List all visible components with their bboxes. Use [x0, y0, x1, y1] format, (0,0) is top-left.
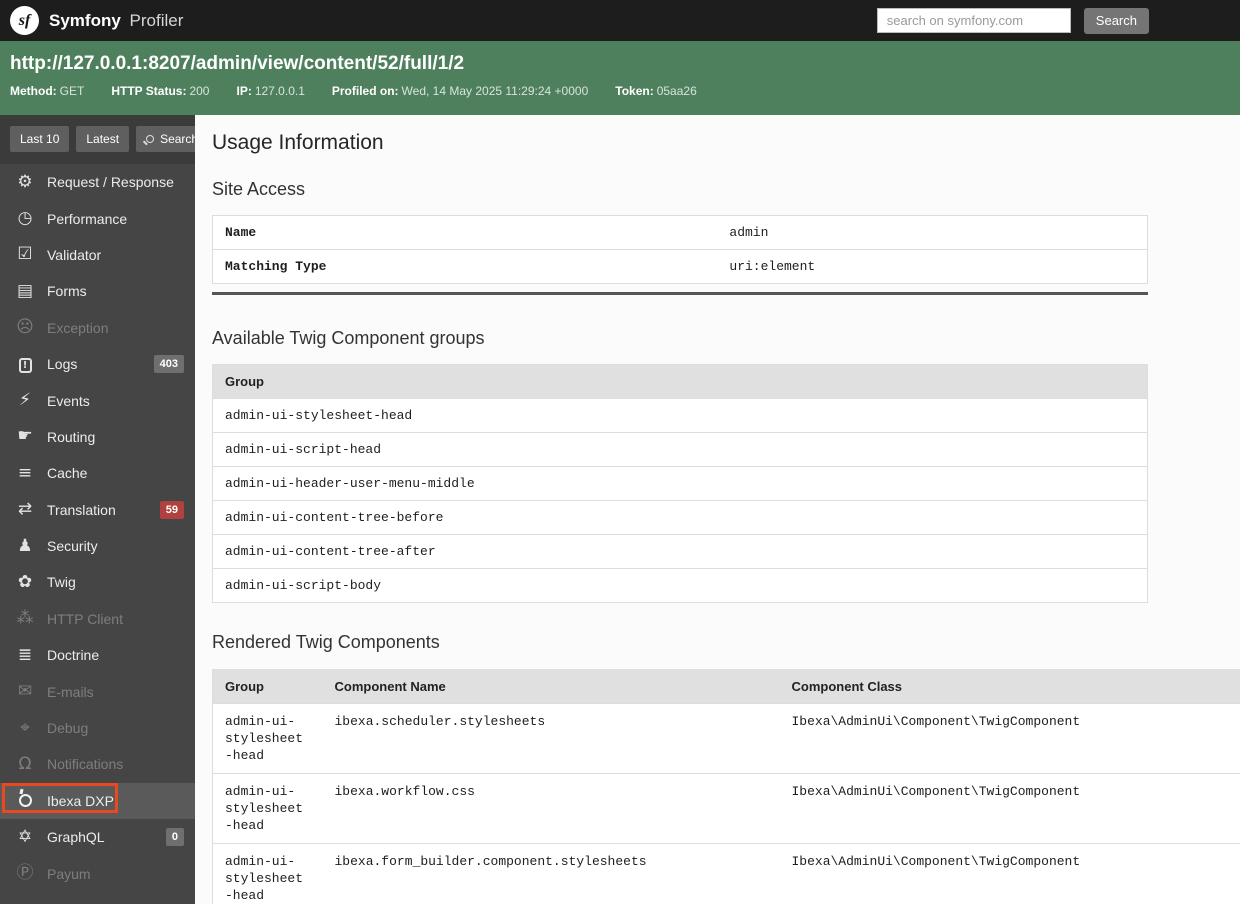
top-bar: sf Symfony Profiler Search: [0, 0, 1240, 41]
column-header-group: Group: [212, 669, 323, 704]
sidebar-item-doctrine[interactable]: ≣ Doctrine: [0, 637, 195, 673]
sidebar-item-translation[interactable]: ⇄ Translation 59: [0, 492, 195, 528]
layers-icon: ≡: [17, 462, 33, 483]
topbar-search: Search: [876, 7, 1149, 34]
table-row: admin-ui-script-head: [212, 432, 1148, 467]
twig-leaf-icon: ✿: [17, 571, 33, 592]
site-access-table: Name admin Matching Type uri:element: [212, 215, 1148, 284]
column-header-component-class: Component Class: [779, 669, 1240, 704]
meta-profiled-on: Profiled on: Wed, 14 May 2025 11:29:24 +0…: [331, 84, 589, 98]
table-header-row: Group Component Name Component Class: [212, 669, 1240, 704]
sidebar-menu: ⚙ Request / Response ◷ Performance ☑ Val…: [0, 164, 195, 892]
request-url: http://127.0.0.1:8207/admin/view/content…: [10, 53, 465, 74]
magnifier-icon: [146, 135, 155, 143]
sidebar-item-twig[interactable]: ✿ Twig: [0, 564, 195, 600]
graphql-count-badge: 0: [165, 828, 184, 847]
table-row: admin-ui-stylesheet-head ibexa.scheduler…: [212, 703, 1240, 774]
sidebar-item-payum: Ⓟ Payum: [0, 855, 195, 891]
table-row: admin-ui-stylesheet-head ibexa.form_buil…: [212, 843, 1240, 904]
table-row: admin-ui-stylesheet-head ibexa.workflow.…: [212, 773, 1240, 844]
broadcast-icon: ⚡: [19, 390, 31, 411]
latest-button[interactable]: Latest: [76, 126, 130, 152]
logs-count-badge: 403: [153, 355, 184, 374]
sidebar-item-performance[interactable]: ◷ Performance: [0, 200, 195, 236]
sidebar-item-ibexa-dxp[interactable]: Ibexa DXP: [0, 782, 195, 820]
clipboard-icon: ▤: [16, 280, 34, 301]
sidebar-item-cache[interactable]: ≡ Cache: [0, 455, 195, 491]
nodes-icon: ⁂: [16, 608, 34, 629]
section-divider: [212, 292, 1148, 295]
sidebar-item-logs[interactable]: ! Logs 403: [0, 346, 195, 382]
table-row: admin-ui-stylesheet-head: [212, 398, 1148, 433]
sidebar-item-routing[interactable]: ☛ Routing: [0, 419, 195, 455]
last-10-button[interactable]: Last 10: [10, 126, 70, 152]
gears-icon: ⚙: [17, 171, 33, 192]
twig-groups-heading: Available Twig Component groups: [212, 328, 485, 348]
exclamation-book-icon: !: [13, 355, 37, 374]
checkbox-icon: ☑: [17, 244, 33, 265]
sidebar-item-graphql[interactable]: ✡ GraphQL 0: [0, 819, 195, 855]
request-summary-bar: http://127.0.0.1:8207/admin/view/content…: [0, 41, 1240, 115]
sidebar-item-debug: ⌖ Debug: [0, 710, 195, 746]
ibexa-logo-icon: [13, 792, 37, 809]
sidebar-item-security[interactable]: ♟ Security: [0, 528, 195, 564]
app-title: Symfony Profiler: [49, 11, 183, 31]
sidebar-item-exception: ☹ Exception: [0, 310, 195, 346]
request-meta: Method: GET HTTP Status: 200 IP: 127.0.0.1 …: [10, 84, 1230, 98]
meta-token: Token: 05aa26: [615, 84, 697, 98]
ghost-icon: ☹: [16, 317, 34, 338]
sidebar-item-events[interactable]: ⚡ Events: [0, 382, 195, 418]
table-row: admin-ui-script-body: [212, 568, 1148, 603]
sidebar-item-validator[interactable]: ☑ Validator: [0, 237, 195, 273]
table-row: admin-ui-content-tree-before: [212, 500, 1148, 535]
sidebar-item-emails: ✉ E-mails: [0, 673, 195, 709]
rendered-components-table: Group Component Name Component Class adm…: [212, 669, 1240, 904]
sidebar-controls: Last 10 Latest Search: [0, 115, 209, 164]
translation-count-badge: 59: [159, 500, 184, 519]
database-icon: ≣: [17, 644, 33, 665]
column-header-component-name: Component Name: [322, 669, 780, 704]
brand-suffix: Profiler: [129, 10, 184, 30]
table-row: admin-ui-content-tree-after: [212, 534, 1148, 569]
payum-icon: Ⓟ: [16, 863, 34, 884]
meta-http-status: HTTP Status: 200: [111, 84, 210, 98]
sidebar-item-request-response[interactable]: ⚙ Request / Response: [0, 164, 195, 200]
table-row: admin-ui-header-user-menu-middle: [212, 466, 1148, 501]
envelope-icon: ✉: [17, 681, 33, 702]
profiler-sidebar: Last 10 Latest Search ⚙ Request / Respon…: [0, 115, 209, 904]
table-row: Name admin: [225, 225, 769, 240]
sidebar-item-forms[interactable]: ▤ Forms: [0, 273, 195, 309]
search-input[interactable]: [876, 8, 1071, 33]
table-row: Matching Type uri:element: [212, 249, 1148, 284]
signpost-icon: ☛: [17, 426, 33, 447]
page-title: Usage Information: [212, 131, 384, 154]
symfony-logo-icon: sf: [10, 6, 39, 35]
rendered-components-heading: Rendered Twig Components: [212, 632, 440, 652]
graphql-icon: ✡: [17, 826, 33, 847]
panel-content: Usage Information Site Access Name admin…: [195, 115, 1240, 904]
user-icon: ♟: [17, 535, 33, 556]
brand-name: Symfony: [49, 10, 121, 30]
search-button[interactable]: Search: [1083, 7, 1149, 34]
table-header-row: Group: [212, 364, 1148, 399]
twig-groups-table: Group admin-ui-stylesheet-head admin-ui-…: [212, 364, 1148, 603]
meta-ip: IP: 127.0.0.1: [236, 84, 305, 98]
sidebar-item-notifications: Ω Notifications: [0, 746, 195, 782]
site-access-heading: Site Access: [212, 179, 306, 199]
crosshair-icon: ⌖: [20, 717, 30, 738]
translate-icon: ⇄: [17, 499, 33, 520]
sidebar-item-http-client: ⁂ HTTP Client: [0, 601, 195, 637]
column-header-group: Group: [212, 364, 1148, 399]
bell-icon: Ω: [18, 753, 32, 774]
stopwatch-icon: ◷: [17, 208, 33, 229]
meta-method: Method: GET: [10, 84, 85, 98]
